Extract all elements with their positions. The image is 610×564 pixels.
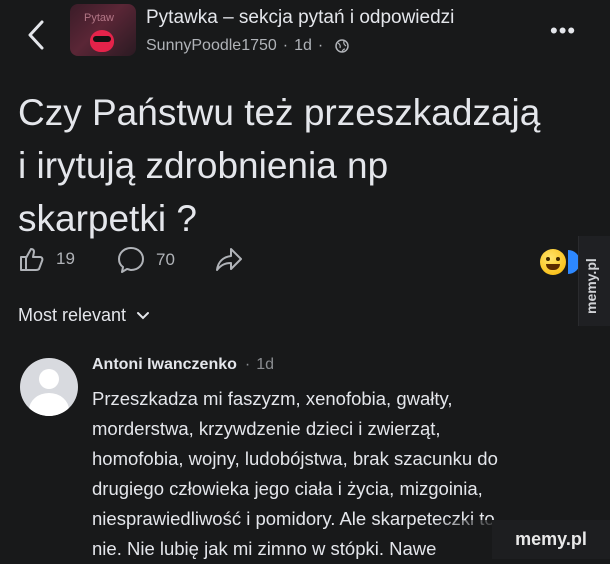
- comment-line: morderstwa, krzywdzenie dzieci i zwierzą…: [92, 418, 441, 439]
- post-author[interactable]: SunnyPoodle1750: [146, 37, 277, 55]
- like-button[interactable]: 19: [18, 245, 75, 273]
- like-icon: [20, 248, 44, 271]
- avatar-head: [39, 369, 59, 389]
- avatar-body: [29, 393, 69, 416]
- sort-label: Most relevant: [18, 305, 127, 325]
- comment-sort-dropdown[interactable]: Most relevant: [18, 305, 150, 326]
- comment-line: homofobia, wojny, ludobójstwa, brak szac…: [92, 448, 498, 469]
- top-bar: Pytaw Pytawka – sekcja pytań i odpowiedz…: [0, 0, 610, 70]
- like-count: 19: [56, 249, 75, 268]
- comment-author[interactable]: Antoni Iwanczenko: [92, 356, 237, 374]
- corner-watermark: memy.pl: [492, 520, 610, 559]
- more-icon[interactable]: •••: [550, 18, 576, 44]
- meta-separator: ·: [317, 37, 324, 54]
- side-watermark: memy.pl: [578, 236, 610, 326]
- post-text: Czy Państwu też przeszkadzają i irytują …: [18, 86, 598, 245]
- comment-line: Przeszkadza mi faszyzm, xenofobia, gwałt…: [92, 388, 453, 409]
- comment-icon: [118, 247, 144, 273]
- comment-line: drugiego człowieka jego ciała i życia, m…: [92, 478, 483, 499]
- group-name[interactable]: Pytawka – sekcja pytań i odpowiedzi: [146, 7, 454, 29]
- post-meta: SunnyPoodle1750 · 1d ·: [146, 37, 349, 55]
- back-arrow-icon[interactable]: [22, 18, 52, 52]
- comment: Antoni Iwanczenko · 1d Przeszkadza mi fa…: [92, 356, 572, 559]
- group-avatar[interactable]: Pytaw: [70, 4, 136, 56]
- haha-reaction-icon[interactable]: [540, 249, 566, 275]
- post-text-line: skarpetki ?: [18, 198, 197, 239]
- post-actions: 19 70: [18, 245, 578, 277]
- post-text-line: i irytują zdrobnienia np: [18, 145, 389, 186]
- post-text-line: Czy Państwu też przeszkadzają: [18, 92, 541, 133]
- comment-button[interactable]: 70: [116, 245, 175, 275]
- share-icon: [216, 248, 242, 271]
- sunglasses-emoji-icon: [90, 30, 114, 52]
- comment-header: Antoni Iwanczenko · 1d: [92, 356, 572, 374]
- comment-time: 1d: [256, 356, 275, 373]
- comment-separator: ·: [244, 356, 251, 373]
- meta-separator: ·: [282, 37, 289, 54]
- corner-watermark-text: memy.pl: [515, 529, 587, 549]
- comment-count: 70: [156, 250, 175, 269]
- chevron-down-icon: [137, 311, 150, 319]
- side-watermark-text: memy.pl: [583, 258, 599, 314]
- commenter-avatar[interactable]: [20, 358, 78, 416]
- post-time[interactable]: 1d: [294, 37, 312, 55]
- globe-icon: [335, 39, 349, 53]
- share-button[interactable]: [214, 245, 244, 273]
- avatar-watermark: Pytaw: [84, 12, 114, 24]
